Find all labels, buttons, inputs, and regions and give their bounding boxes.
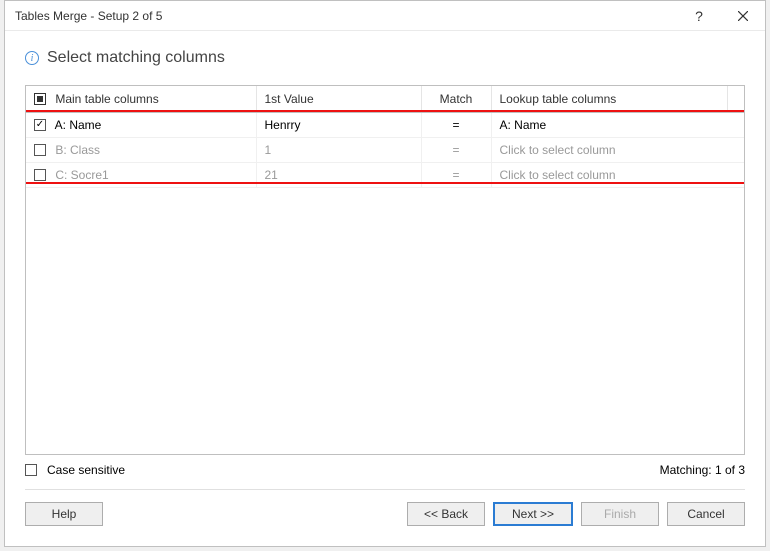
header-match[interactable]: Match	[421, 86, 491, 113]
row-value: 1	[265, 143, 272, 157]
help-button[interactable]: Help	[25, 502, 103, 526]
next-button[interactable]: Next >>	[493, 502, 573, 526]
row-main-label: B: Class	[55, 143, 100, 157]
table-header-row: Main table columns 1st Value Match Looku…	[26, 86, 744, 113]
header-lookup-columns[interactable]: Lookup table columns	[491, 86, 728, 113]
row-main-label: C: Socre1	[55, 168, 108, 182]
heading-row: i Select matching columns	[25, 49, 745, 67]
row-value: 21	[265, 168, 278, 182]
case-sensitive-checkbox[interactable]: Case sensitive	[25, 463, 125, 477]
header-main-columns[interactable]: Main table columns	[26, 86, 256, 113]
row-value: Henrry	[265, 118, 301, 132]
dialog-window: Tables Merge - Setup 2 of 5 ? i Select m…	[4, 0, 766, 547]
row-match: =	[452, 143, 459, 157]
title-bar: Tables Merge - Setup 2 of 5 ?	[5, 1, 765, 31]
help-icon[interactable]: ?	[677, 1, 721, 31]
wizard-buttons: Help << Back Next >> Finish Cancel	[25, 489, 745, 534]
columns-table: Main table columns 1st Value Match Looku…	[25, 85, 745, 455]
row-match: =	[452, 118, 459, 132]
case-sensitive-label: Case sensitive	[47, 463, 125, 477]
header-spacer	[728, 86, 745, 113]
back-button[interactable]: << Back	[407, 502, 485, 526]
window-title: Tables Merge - Setup 2 of 5	[15, 9, 677, 23]
row-checkbox-icon[interactable]	[34, 169, 46, 181]
row-lookup[interactable]: Click to select column	[500, 168, 616, 182]
finish-button: Finish	[581, 502, 659, 526]
table-row[interactable]: B: Class 1 = Click to select column	[26, 138, 744, 163]
page-heading: Select matching columns	[47, 49, 225, 67]
row-checkbox-icon[interactable]	[34, 144, 46, 156]
matching-status: Matching: 1 of 3	[660, 463, 745, 477]
table-row[interactable]: ✓ A: Name Henrry = A: Name	[26, 113, 744, 138]
cancel-button[interactable]: Cancel	[667, 502, 745, 526]
options-row: Case sensitive Matching: 1 of 3	[25, 455, 745, 489]
table-row[interactable]: C: Socre1 21 = Click to select column	[26, 163, 744, 188]
row-lookup[interactable]: A: Name	[500, 118, 547, 132]
checkbox-icon	[25, 464, 37, 476]
row-main-label: A: Name	[55, 118, 102, 132]
row-match: =	[452, 168, 459, 182]
dialog-content: i Select matching columns Main table col…	[5, 31, 765, 546]
info-icon: i	[25, 51, 39, 65]
header-checkbox-icon[interactable]	[34, 93, 46, 105]
header-main-label: Main table columns	[55, 92, 158, 106]
row-lookup[interactable]: Click to select column	[500, 143, 616, 157]
close-icon[interactable]	[721, 1, 765, 31]
header-first-value[interactable]: 1st Value	[256, 86, 421, 113]
row-checkbox-icon[interactable]: ✓	[34, 119, 46, 131]
